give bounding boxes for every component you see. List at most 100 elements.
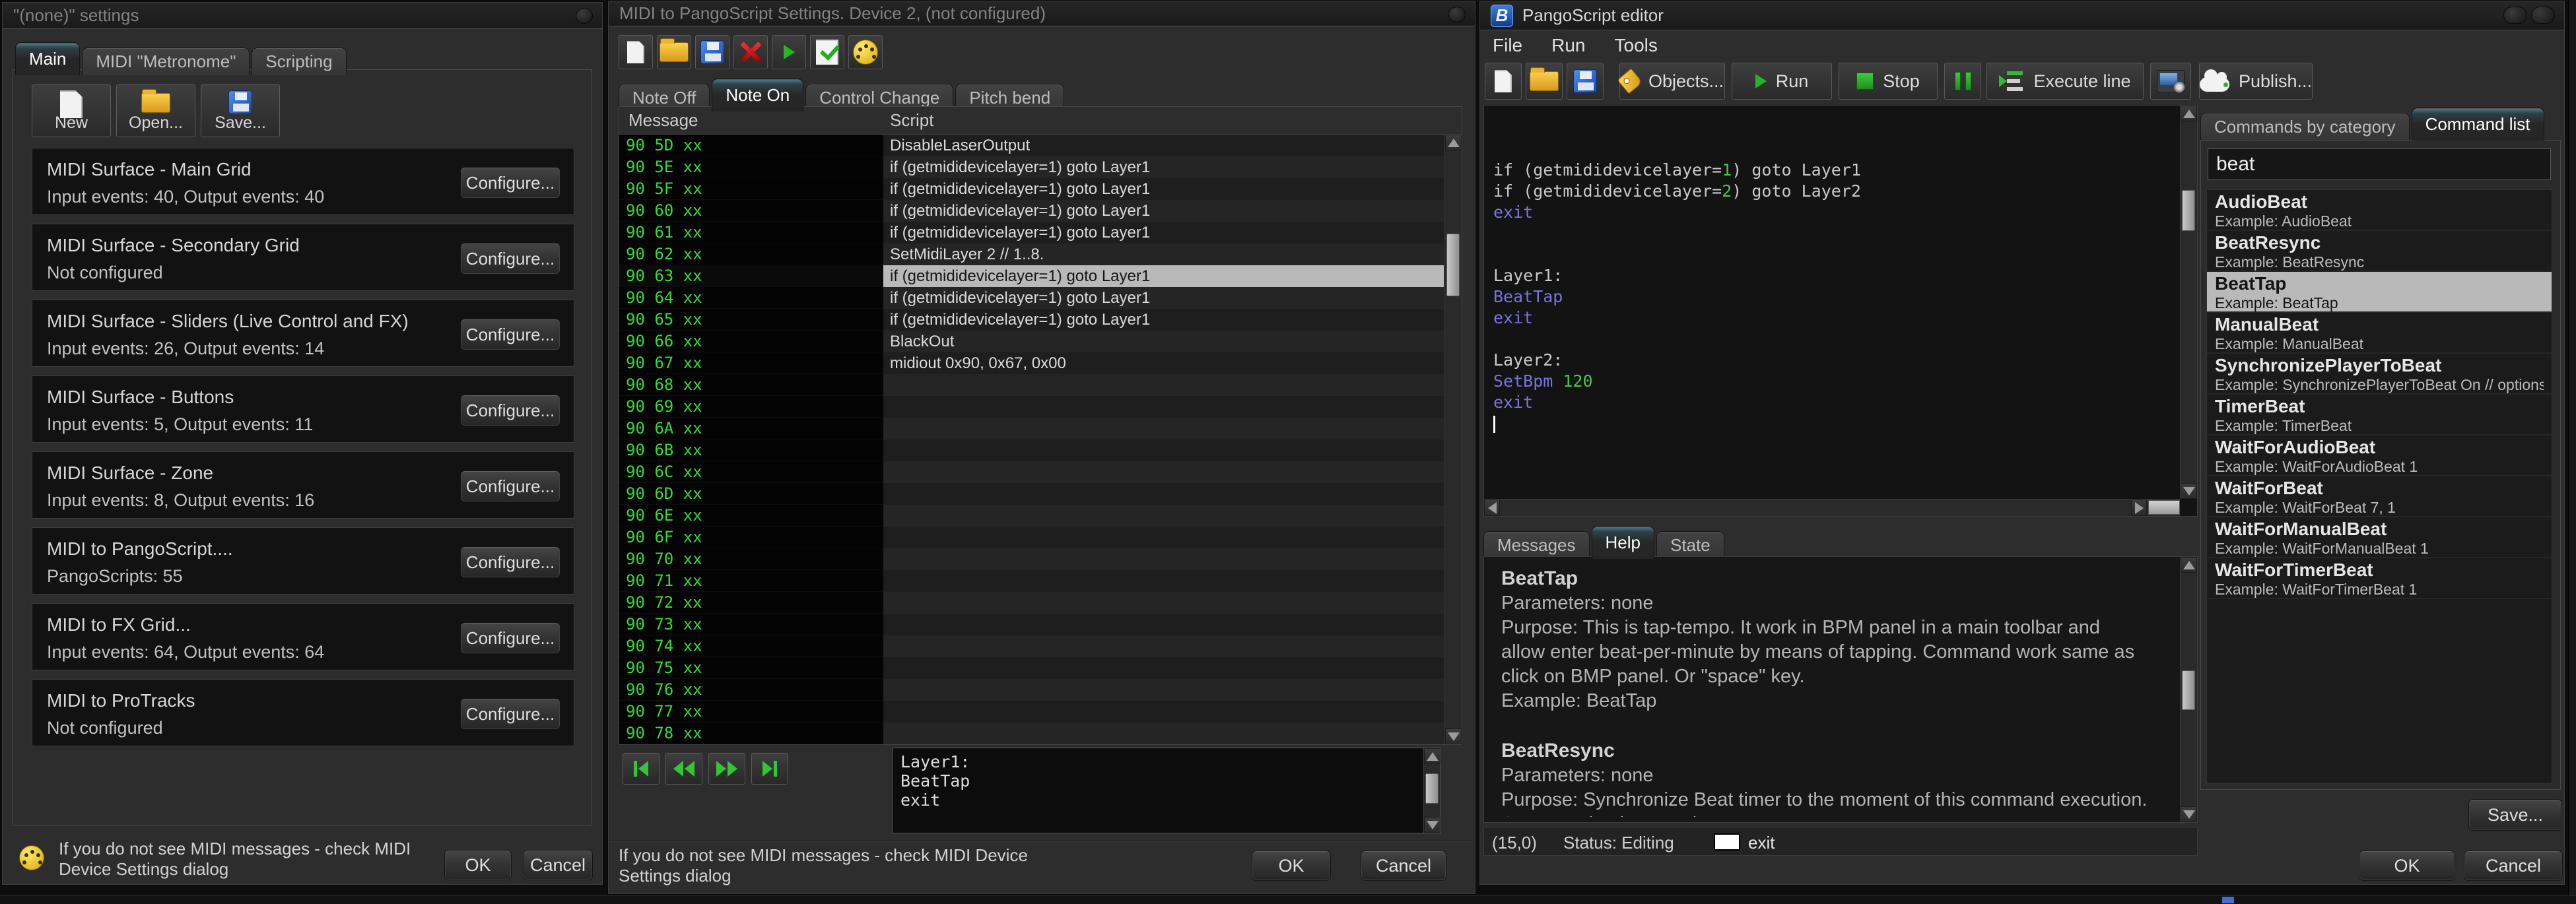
table-row[interactable]: 90 66 xxBlackOut	[619, 331, 1444, 352]
cancel-button[interactable]: Cancel	[2464, 851, 2563, 881]
configure-button[interactable]: Configure...	[460, 243, 560, 274]
tab-note-on[interactable]: Note On	[712, 79, 803, 112]
table-row[interactable]: 90 6F xx	[619, 527, 1444, 548]
command-item[interactable]: TimerBeatExample: TimerBeat	[2207, 395, 2552, 436]
delete-script-button[interactable]	[733, 35, 768, 69]
code-editor[interactable]: if (getmididevicelayer=1) goto Layer1if …	[1483, 105, 2198, 517]
scroll-left-icon[interactable]	[1484, 500, 1500, 516]
table-row[interactable]: 90 77 xx	[619, 701, 1444, 723]
save-script-button[interactable]	[695, 35, 729, 69]
midi-to-pangoscript-titlebar[interactable]: MIDI to PangoScript Settings. Device 2, …	[609, 1, 1475, 26]
menu-file[interactable]: File	[1493, 35, 1522, 56]
command-item[interactable]: ManualBeatExample: ManualBeat	[2207, 313, 2552, 354]
command-item[interactable]: BeatTapExample: BeatTap	[2207, 272, 2552, 313]
help-scrollbar[interactable]	[2180, 557, 2197, 822]
table-row[interactable]: 90 5E xxif (getmididevicelayer=1) goto L…	[619, 156, 1444, 178]
configure-button[interactable]: Configure...	[460, 319, 560, 350]
table-row[interactable]: 90 72 xx	[619, 592, 1444, 614]
tab-messages[interactable]: Messages	[1483, 531, 1590, 559]
scroll-down-icon[interactable]	[2181, 483, 2197, 499]
scrollbar-thumb[interactable]	[1446, 234, 1460, 296]
configure-button[interactable]: Configure...	[460, 395, 560, 426]
window-button-icon[interactable]	[2503, 7, 2527, 24]
script-preview-box[interactable]: Layer1:BeatTapexitLayer2:	[892, 748, 1441, 833]
none-settings-titlebar[interactable]: "(none)" settings	[3, 3, 602, 29]
preview-scrollbar[interactable]	[1423, 748, 1441, 833]
open-button[interactable]: Open...	[116, 84, 195, 137]
tab-state[interactable]: State	[1656, 531, 1724, 559]
cancel-button[interactable]: Cancel	[523, 850, 593, 880]
scroll-down-icon[interactable]	[1424, 817, 1441, 833]
tab-midi-metronome-[interactable]: MIDI "Metronome"	[82, 48, 250, 75]
table-row[interactable]: 90 5F xxif (getmididevicelayer=1) goto L…	[619, 178, 1444, 200]
save-script-button[interactable]	[1567, 63, 1604, 100]
table-row[interactable]: 90 78 xx	[619, 723, 1444, 744]
nav-prev-button[interactable]	[665, 753, 702, 785]
objects-button[interactable]: Objects...	[1619, 63, 1725, 100]
table-row[interactable]: 90 75 xx	[619, 657, 1444, 679]
table-row[interactable]: 90 61 xxif (getmididevicelayer=1) goto L…	[619, 222, 1444, 243]
command-item[interactable]: WaitForBeatExample: WaitForBeat 7, 1	[2207, 476, 2552, 517]
cancel-button[interactable]: Cancel	[1361, 851, 1446, 881]
test-script-button[interactable]	[810, 35, 844, 69]
stop-button[interactable]: Stop	[1839, 63, 1938, 100]
table-row[interactable]: 90 6A xx	[619, 418, 1444, 439]
tab-command-list[interactable]: Command list	[2412, 108, 2544, 141]
publish-button[interactable]: Publish...	[2199, 63, 2313, 100]
command-item[interactable]: BeatResyncExample: BeatResync	[2207, 231, 2552, 272]
window-button-icon[interactable]	[2531, 7, 2555, 24]
table-row[interactable]: 90 76 xx	[619, 679, 1444, 701]
command-item[interactable]: AudioBeatExample: AudioBeat	[2207, 190, 2552, 231]
open-script-button[interactable]	[1526, 63, 1563, 100]
save-button[interactable]: Save...	[201, 84, 280, 137]
ok-button[interactable]: OK	[444, 850, 512, 880]
tab-main[interactable]: Main	[15, 42, 80, 75]
open-script-button[interactable]	[657, 35, 691, 69]
table-row[interactable]: 90 70 xx	[619, 548, 1444, 570]
run-button[interactable]: Run	[1732, 63, 1832, 100]
tab-help[interactable]: Help	[1592, 526, 1654, 559]
tab-scripting[interactable]: Scripting	[252, 48, 346, 75]
execute-line-button[interactable]: Execute line	[1986, 63, 2144, 100]
scrollbar-thumb[interactable]	[2182, 190, 2195, 231]
scroll-up-icon[interactable]	[2181, 106, 2197, 121]
table-row[interactable]: 90 63 xxif (getmididevicelayer=1) goto L…	[619, 265, 1444, 287]
menu-run[interactable]: Run	[1551, 35, 1585, 56]
table-row[interactable]: 90 6C xx	[619, 461, 1444, 483]
scroll-down-icon[interactable]	[2181, 806, 2197, 822]
window-button-icon[interactable]	[576, 8, 593, 24]
pause-button[interactable]	[1944, 63, 1981, 100]
code-text[interactable]: if (getmididevicelayer=1) goto Layer1if …	[1493, 117, 2177, 496]
editor-titlebar[interactable]: B PangoScript editor	[1480, 1, 2564, 30]
window-button-icon[interactable]	[1448, 7, 1466, 22]
table-row[interactable]: 90 74 xx	[619, 635, 1444, 657]
table-row[interactable]: 90 6E xx	[619, 505, 1444, 527]
ok-button[interactable]: OK	[2359, 851, 2455, 881]
new-button[interactable]: New	[32, 84, 111, 137]
table-row[interactable]: 90 73 xx	[619, 614, 1444, 635]
scroll-down-icon[interactable]	[1445, 728, 1462, 744]
command-item[interactable]: WaitForAudioBeatExample: WaitForAudioBea…	[2207, 436, 2552, 476]
scrollbar-thumb[interactable]	[2182, 670, 2195, 710]
configure-button[interactable]: Configure...	[460, 622, 560, 654]
editor-vertical-scrollbar[interactable]	[2180, 106, 2197, 499]
ok-button[interactable]: OK	[1252, 851, 1331, 881]
scroll-up-icon[interactable]	[1445, 135, 1462, 150]
table-row[interactable]: 90 5D xxDisableLaserOutput	[619, 135, 1444, 156]
new-script-button[interactable]	[619, 35, 653, 69]
table-row[interactable]: 90 6D xx	[619, 483, 1444, 505]
save-command-button[interactable]: Save...	[2468, 799, 2562, 831]
new-script-button[interactable]	[1485, 63, 1522, 100]
table-row[interactable]: 90 64 xxif (getmididevicelayer=1) goto L…	[619, 287, 1444, 309]
command-search-input[interactable]	[2208, 148, 2551, 180]
midi-monitor-button[interactable]	[848, 35, 883, 69]
tab-commands-by-category[interactable]: Commands by category	[2200, 113, 2410, 141]
command-item[interactable]: SynchronizePlayerToBeatExample: Synchron…	[2207, 354, 2552, 395]
table-row[interactable]: 90 62 xxSetMidiLayer 2 // 1..8.	[619, 243, 1444, 265]
table-row[interactable]: 90 6B xx	[619, 439, 1444, 461]
table-row[interactable]: 90 69 xx	[619, 396, 1444, 418]
table-row[interactable]: 90 60 xxif (getmididevicelayer=1) goto L…	[619, 200, 1444, 222]
scrollbar-thumb[interactable]	[2148, 500, 2180, 515]
configure-button[interactable]: Configure...	[460, 470, 560, 502]
run-script-button[interactable]	[772, 35, 806, 69]
